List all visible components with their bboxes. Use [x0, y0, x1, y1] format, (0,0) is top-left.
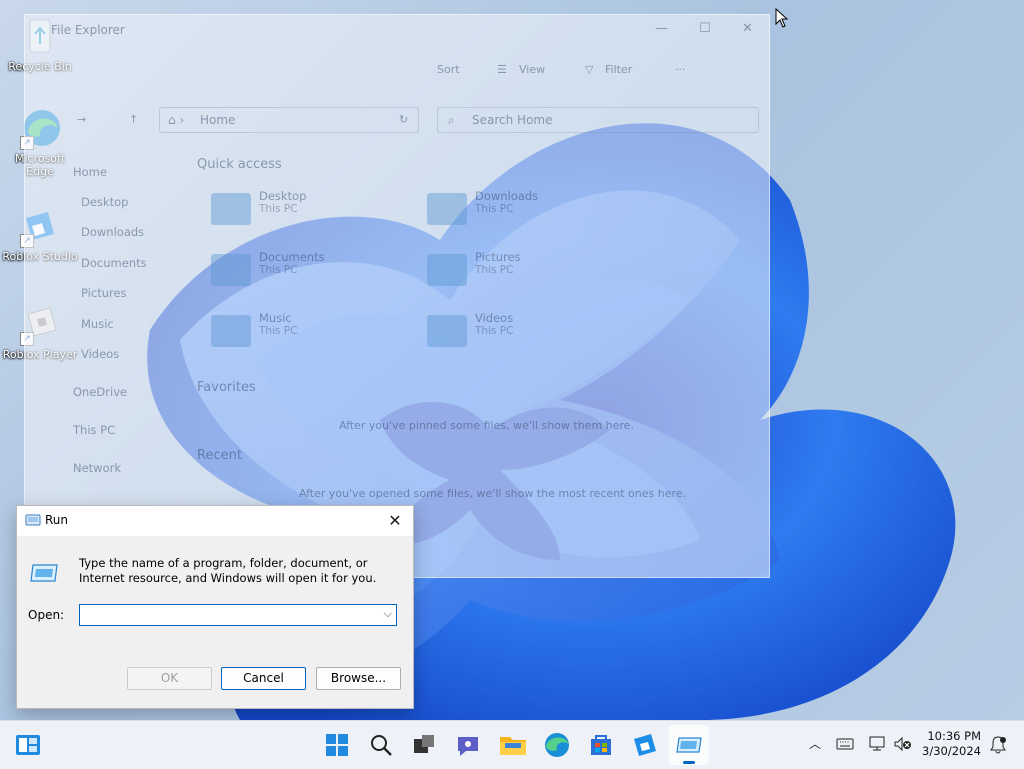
- quick-tile-desktop[interactable]: Desktop This PC: [259, 189, 306, 215]
- nav-item-home[interactable]: Home: [73, 165, 107, 179]
- explorer-title: File Explorer: [51, 23, 125, 37]
- tile-name: Documents: [259, 250, 325, 264]
- search-placeholder: Search Home: [472, 113, 553, 127]
- minimize-button[interactable]: —: [655, 21, 668, 36]
- search-icon[interactable]: [365, 729, 397, 761]
- tile-name: Music: [259, 311, 292, 325]
- open-label: Open:: [28, 608, 65, 622]
- tile-name: Videos: [475, 311, 514, 325]
- chevron-down-icon[interactable]: ⌵: [384, 607, 392, 621]
- run-description: Type the name of a program, folder, docu…: [79, 556, 377, 585]
- close-button[interactable]: ✕: [383, 509, 407, 533]
- search-box[interactable]: ⌕ Search Home: [437, 107, 759, 133]
- quick-tile-videos[interactable]: Videos This PC: [475, 311, 513, 337]
- start-button-windows-icon[interactable]: [321, 729, 353, 761]
- run-title: Run: [45, 513, 69, 527]
- sort-button[interactable]: Sort: [437, 63, 460, 76]
- tile-sub: This PC: [259, 203, 298, 215]
- close-button[interactable]: ✕: [742, 21, 753, 36]
- tile-name: Desktop: [259, 189, 307, 203]
- notifications-bell-icon[interactable]: [988, 735, 1008, 755]
- run-icon: [25, 514, 41, 526]
- nav-item-videos[interactable]: Videos: [81, 347, 119, 361]
- run-titlebar[interactable]: Run ✕: [17, 506, 413, 536]
- music-folder-icon: [211, 315, 251, 347]
- tile-sub: This PC: [475, 203, 514, 215]
- address-bar[interactable]: ⌂ › Home: [159, 107, 419, 133]
- documents-folder-icon: [211, 254, 251, 286]
- task-view-icon[interactable]: [408, 729, 440, 761]
- section-recent[interactable]: Recent: [197, 448, 242, 463]
- active-indicator: [683, 761, 695, 764]
- taskbar: ︿ 10:36 PM 3/30/2024: [0, 720, 1024, 769]
- widgets-icon[interactable]: [12, 729, 44, 761]
- open-input[interactable]: [84, 606, 378, 626]
- show-hidden-icons-chevron-up-icon[interactable]: ︿: [809, 735, 821, 752]
- cancel-button[interactable]: Cancel: [221, 667, 306, 690]
- view-button[interactable]: View: [519, 63, 545, 76]
- section-favorites[interactable]: Favorites: [197, 380, 256, 395]
- search-icon: ⌕: [448, 113, 455, 127]
- home-icon: ⌂ ›: [168, 113, 185, 127]
- address-text: Home: [200, 113, 236, 127]
- chat-icon[interactable]: [452, 729, 484, 761]
- explorer-titlebar[interactable]: File Explorer — ☐ ✕: [25, 15, 769, 45]
- pictures-folder-icon: [427, 254, 467, 286]
- network-icon[interactable]: [868, 735, 888, 753]
- section-quick-access[interactable]: Quick access: [197, 157, 282, 172]
- tile-sub: This PC: [475, 264, 514, 276]
- nav-item-pictures[interactable]: Pictures: [81, 286, 127, 300]
- keyboard-icon[interactable]: [836, 737, 854, 751]
- refresh-icon[interactable]: ↻: [399, 113, 408, 126]
- forward-arrow-icon[interactable]: →: [77, 113, 86, 126]
- view-icon: ☰: [497, 63, 507, 76]
- clock-date: 3/30/2024: [922, 744, 981, 758]
- nav-item-network[interactable]: Network: [73, 461, 121, 475]
- quick-tile-downloads[interactable]: Downloads This PC: [475, 189, 538, 215]
- nav-item-downloads[interactable]: Downloads: [81, 225, 144, 239]
- maximize-button[interactable]: ☐: [699, 21, 711, 36]
- tile-sub: This PC: [259, 325, 298, 337]
- nav-item-onedrive[interactable]: OneDrive: [73, 385, 127, 399]
- favorites-hint: After you've pinned some files, we'll sh…: [339, 419, 634, 432]
- volume-muted-icon[interactable]: [893, 735, 913, 753]
- microsoft-store-icon[interactable]: [585, 729, 617, 761]
- recent-hint: After you've opened some files, we'll sh…: [299, 487, 687, 500]
- nav-item-desktop[interactable]: Desktop: [81, 195, 128, 209]
- clock[interactable]: 10:36 PM 3/30/2024: [922, 729, 981, 759]
- tile-name: Downloads: [475, 189, 539, 203]
- nav-item-documents[interactable]: Documents: [81, 256, 147, 270]
- tile-sub: This PC: [475, 325, 514, 337]
- up-arrow-icon[interactable]: ↑: [129, 113, 138, 126]
- file-explorer-icon[interactable]: [497, 729, 529, 761]
- tile-sub: This PC: [259, 264, 298, 276]
- roblox-studio-icon[interactable]: [629, 729, 661, 761]
- quick-tile-pictures[interactable]: Pictures This PC: [475, 250, 521, 276]
- nav-item-this-pc[interactable]: This PC: [73, 423, 115, 437]
- more-options-button[interactable]: ···: [675, 63, 686, 76]
- run-taskbar-button[interactable]: [669, 725, 709, 765]
- run-icon: [676, 737, 702, 753]
- quick-tile-music[interactable]: Music This PC: [259, 311, 297, 337]
- clock-time: 10:36 PM: [927, 729, 981, 743]
- ok-button[interactable]: OK: [127, 667, 212, 690]
- browse-button[interactable]: Browse...: [316, 667, 401, 690]
- filter-button[interactable]: Filter: [605, 63, 632, 76]
- tile-name: Pictures: [475, 250, 521, 264]
- open-combobox[interactable]: ⌵: [79, 604, 397, 626]
- filter-icon: ▽: [585, 63, 594, 76]
- downloads-folder-icon: [427, 193, 467, 225]
- videos-folder-icon: [427, 315, 467, 347]
- mouse-cursor-icon: [775, 8, 789, 28]
- folder-icon: [211, 193, 251, 225]
- file-explorer-window[interactable]: File Explorer — ☐ ✕ Sort ☰ View ▽ Filter…: [24, 14, 770, 578]
- quick-tile-documents[interactable]: Documents This PC: [259, 250, 325, 276]
- run-program-icon: [30, 564, 58, 582]
- edge-icon[interactable]: [541, 729, 573, 761]
- run-dialog[interactable]: Run ✕ Type the name of a program, folder…: [16, 505, 414, 709]
- nav-item-music[interactable]: Music: [81, 317, 114, 331]
